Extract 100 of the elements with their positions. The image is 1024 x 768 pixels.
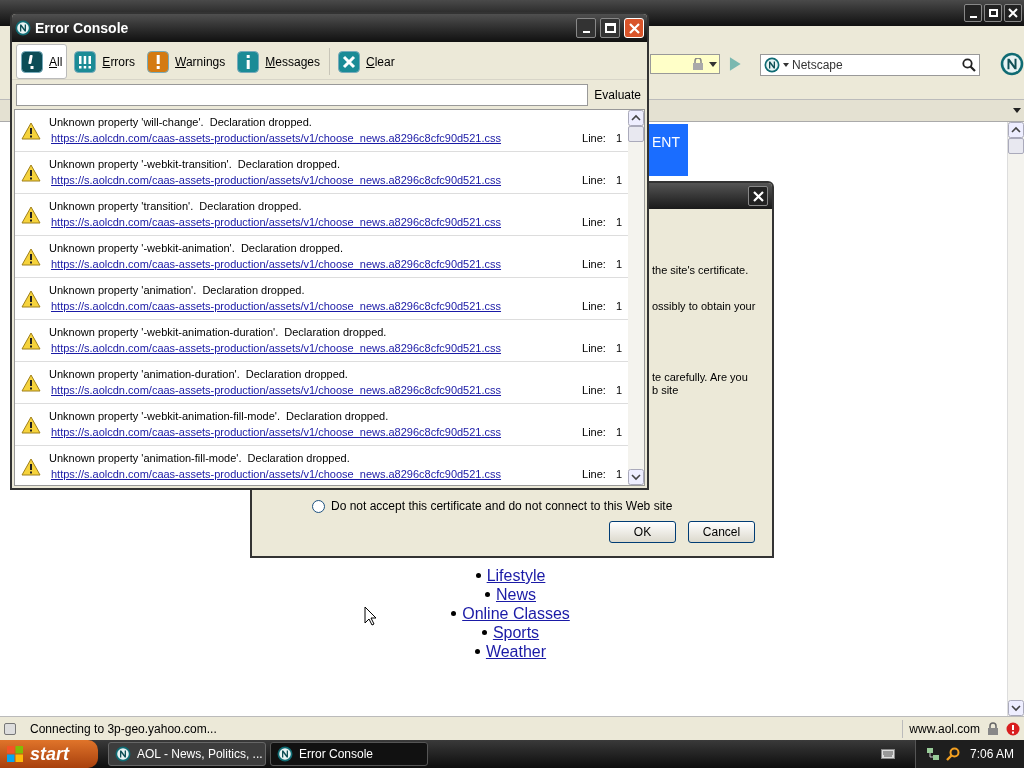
line-label: Line:: [582, 384, 606, 397]
scroll-thumb[interactable]: [1008, 138, 1024, 154]
warning-icon: [21, 163, 41, 182]
console-entry[interactable]: Unknown property '-webkit-transition'. Declaration dropped. https://s.aolcdn.com/caas-assets-production/assets/v1/choose_news.a8296c8cfc90d521.css Line: 1: [15, 152, 628, 194]
netscape-logo-icon: [115, 746, 131, 762]
console-entry[interactable]: Unknown property '-webkit-animation'. Declaration dropped. https://s.aolcdn.com/caas-assets-production/assets/v1/choose_news.a8296c8cfc90d521.css Line: 1: [15, 236, 628, 278]
message-text: Unknown property '-webkit-transition'. Declaration dropped.: [49, 158, 341, 171]
window-title: Error Console: [35, 18, 130, 38]
lock-icon: [691, 58, 706, 70]
message-text: Unknown property 'transition'. Declaration dropped.: [49, 200, 303, 213]
address-field[interactable]: [650, 54, 721, 74]
scroll-down-icon[interactable]: [628, 469, 644, 485]
page-link[interactable]: Sports: [492, 623, 540, 642]
source-link[interactable]: https://s.aolcdn.com/caas-assets-production/assets/v1/choose_news.a8296c8cfc90d521.css: [51, 258, 582, 271]
warning-icon: [21, 331, 41, 350]
network-icon[interactable]: [925, 747, 940, 761]
exclamation-icon: [147, 50, 170, 73]
scroll-up-icon[interactable]: [628, 110, 644, 126]
source-link[interactable]: https://s.aolcdn.com/caas-assets-production/assets/v1/choose_news.a8296c8cfc90d521.css: [51, 216, 582, 229]
clear-button[interactable]: Clear: [334, 44, 399, 79]
close-icon: [1008, 8, 1018, 18]
dropdown-arrow-icon[interactable]: [709, 61, 718, 67]
search-field[interactable]: Netscape: [760, 54, 980, 76]
restore-button[interactable]: [984, 4, 1002, 22]
filter-tab[interactable]: Warnings: [142, 44, 231, 79]
message-text: Unknown property '-webkit-animation-duration'. Declaration dropped.: [49, 326, 388, 339]
bullet-icon: [474, 649, 480, 654]
message-text: Unknown property '-webkit-animation-fill-mode'. Declaration dropped.: [49, 410, 390, 423]
dialog-button[interactable]: Cancel: [688, 521, 755, 543]
filter-tab[interactable]: Errors: [69, 44, 141, 79]
search-text: Netscape: [792, 57, 844, 74]
status-text: Connecting to 3p-geo.yahoo.com...: [30, 720, 218, 738]
source-link[interactable]: https://s.aolcdn.com/caas-assets-production/assets/v1/choose_news.a8296c8cfc90d521.css: [51, 132, 582, 145]
dialog-text: te carefully. Are you: [652, 370, 748, 385]
line-number: 1: [615, 300, 622, 313]
line-number: 1: [615, 384, 622, 397]
source-link[interactable]: https://s.aolcdn.com/caas-assets-production/assets/v1/choose_news.a8296c8cfc90d521.css: [51, 174, 582, 187]
bullet-icon: [481, 630, 487, 635]
console-entry[interactable]: Unknown property 'animation'. Declaration dropped. https://s.aolcdn.com/caas-assets-production/assets/v1/choose_news.a8296c8cfc90d521.css Line: 1: [15, 278, 628, 320]
console-entry[interactable]: Unknown property '-webkit-animation-duration'. Declaration dropped. https://s.aolcdn.com/caas-assets-production/assets/v1/choose_news.a8296c8cfc90d521.css Line: 1: [15, 320, 628, 362]
line-label: Line:: [582, 300, 606, 313]
windows-flag-icon: [6, 745, 24, 763]
line-label: Line:: [582, 468, 606, 481]
message-text: Unknown property 'animation-fill-mode'. Declaration dropped.: [49, 452, 351, 465]
line-label: Line:: [582, 216, 606, 229]
radio-button[interactable]: [312, 499, 325, 513]
maximize-button[interactable]: [600, 18, 620, 38]
source-link[interactable]: https://s.aolcdn.com/caas-assets-production/assets/v1/choose_news.a8296c8cfc90d521.css: [51, 426, 582, 439]
dropdown-arrow-icon: [783, 63, 789, 67]
warning-icon: [21, 289, 41, 308]
minimize-button[interactable]: [964, 4, 982, 22]
warning-icon: [21, 457, 41, 476]
close-button[interactable]: [1004, 4, 1022, 22]
message-text: Unknown property 'animation-duration'. Declaration dropped.: [49, 368, 349, 381]
line-label: Line:: [582, 426, 606, 439]
minimize-button[interactable]: [576, 18, 596, 38]
line-number: 1: [615, 468, 622, 481]
filter-tab[interactable]: All: [16, 44, 68, 79]
page-link[interactable]: Online Classes: [462, 604, 570, 623]
site-text: www.aol.com: [902, 719, 980, 738]
source-link[interactable]: https://s.aolcdn.com/caas-assets-production/assets/v1/choose_news.a8296c8cfc90d521.css: [51, 384, 582, 397]
dropdown-arrow-icon[interactable]: [1013, 108, 1021, 113]
search-icon[interactable]: [945, 747, 960, 761]
console-entry[interactable]: Unknown property 'transition'. Declaration dropped. https://s.aolcdn.com/caas-assets-production/assets/v1/choose_news.a8296c8cfc90d521.css Line: 1: [15, 194, 628, 236]
dialog-text: b site: [652, 383, 679, 398]
console-entry[interactable]: Unknown property '-webkit-animation-fill-mode'. Declaration dropped. https://s.aolcdn.com/caas-assets-production/assets/v1/choose_news.a8296c8cfc90d521.css Line: 1: [15, 404, 628, 446]
warning-icon: [21, 247, 41, 266]
netscape-logo-icon: [277, 746, 293, 762]
close-button[interactable]: [748, 186, 768, 206]
source-link[interactable]: https://s.aolcdn.com/caas-assets-production/assets/v1/choose_news.a8296c8cfc90d521.css: [51, 342, 582, 355]
console-entry[interactable]: Unknown property 'animation-duration'. Declaration dropped. https://s.aolcdn.com/caas-assets-production/assets/v1/choose_news.a8296c8cfc90d521.css Line: 1: [15, 362, 628, 404]
taskbar-button[interactable]: Error Console: [270, 742, 428, 766]
filter-tab[interactable]: Messages: [232, 44, 325, 79]
message-text: Unknown property '-webkit-animation'. Declaration dropped.: [49, 242, 344, 255]
line-label: Line:: [582, 132, 606, 145]
source-link[interactable]: https://s.aolcdn.com/caas-assets-production/assets/v1/choose_news.a8296c8cfc90d521.css: [51, 300, 582, 313]
scroll-thumb[interactable]: [628, 126, 644, 142]
page-link[interactable]: Weather: [485, 642, 547, 661]
code-input[interactable]: [16, 83, 589, 106]
scrollbar[interactable]: [1007, 122, 1024, 716]
scrollbar[interactable]: [628, 110, 644, 485]
page-link[interactable]: Lifestyle: [486, 566, 546, 585]
line-number: 1: [615, 132, 622, 145]
warning-icon: [21, 415, 41, 434]
source-link[interactable]: https://s.aolcdn.com/caas-assets-production/assets/v1/choose_news.a8296c8cfc90d521.css: [51, 468, 582, 481]
scroll-up-icon[interactable]: [1008, 122, 1024, 138]
dialog-button[interactable]: OK: [609, 521, 676, 543]
console-entry[interactable]: Unknown property 'will-change'. Declaration dropped. https://s.aolcdn.com/caas-assets-production/assets/v1/choose_news.a8296c8cfc90d521.css Line: 1: [15, 110, 628, 152]
netscape-logo-icon: [764, 57, 780, 73]
search-icon[interactable]: [962, 58, 976, 72]
scroll-down-icon[interactable]: [1008, 700, 1024, 716]
message-text: Unknown property 'animation'. Declaration dropped.: [49, 284, 306, 297]
close-icon: [628, 22, 640, 34]
warning-icon: [21, 121, 41, 140]
taskbar-button[interactable]: AOL - News, Politics, ...: [108, 742, 266, 766]
page-link[interactable]: News: [496, 585, 536, 604]
start-button[interactable]: start: [0, 740, 98, 768]
line-number: 1: [615, 342, 622, 355]
page-icon: [4, 722, 16, 735]
evaluate-button[interactable]: Evaluate: [594, 85, 643, 104]
